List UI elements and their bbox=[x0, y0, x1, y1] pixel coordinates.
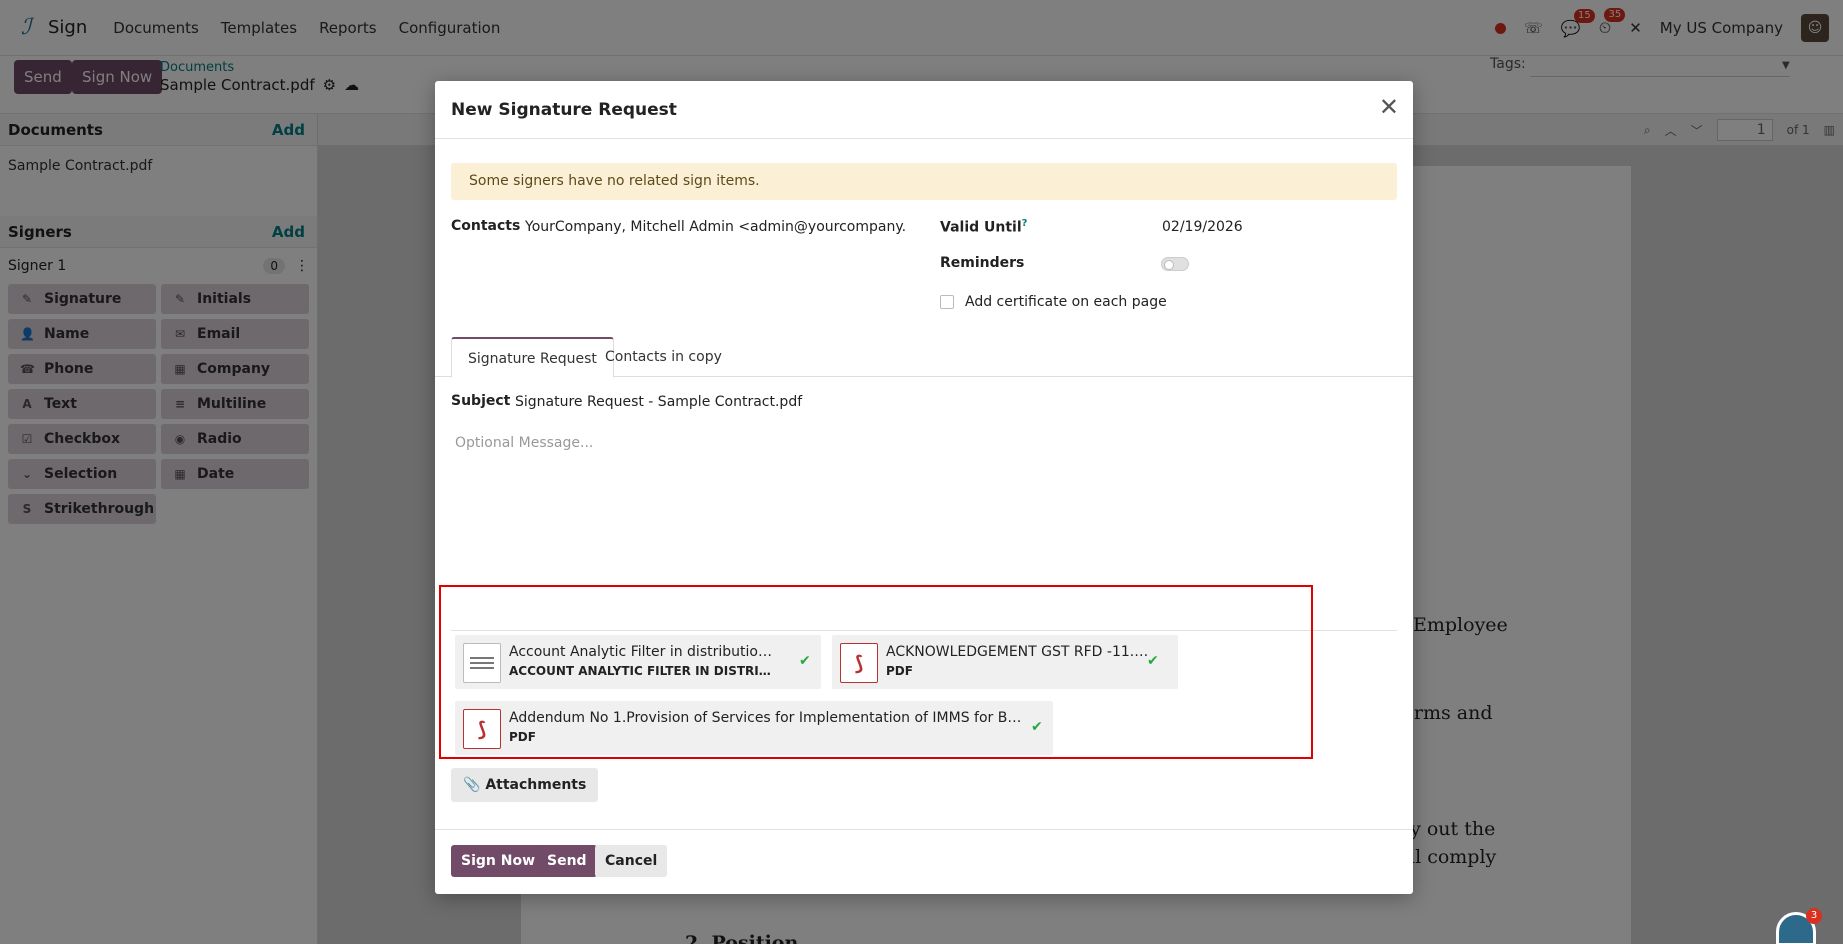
thumb-line bbox=[470, 657, 494, 659]
footer-cancel-button[interactable]: Cancel bbox=[595, 845, 668, 877]
tab-contacts-in-copy[interactable]: Contacts in copy bbox=[589, 337, 738, 377]
reminders-toggle[interactable] bbox=[1161, 257, 1189, 271]
check-icon: ✔ bbox=[1031, 719, 1043, 735]
thumb-line bbox=[470, 662, 494, 664]
attachment-type: PDF bbox=[509, 730, 536, 744]
certificate-checkbox[interactable] bbox=[940, 295, 954, 309]
pdf-icon: ⟆ bbox=[463, 709, 501, 749]
attachment-type: ACCOUNT ANALYTIC FILTER IN DISTRIBUTION … bbox=[509, 664, 779, 678]
contacts-label: Contacts bbox=[451, 218, 521, 234]
attachments-button[interactable]: 📎 Attachments bbox=[451, 768, 599, 802]
check-icon: ✔ bbox=[799, 653, 811, 669]
attachment-item[interactable]: Account Analytic Filter in distribution … bbox=[455, 635, 821, 689]
document-thumbnail-icon bbox=[463, 643, 501, 683]
contacts-field[interactable]: YourCompany, Mitchell Admin <admin@yourc… bbox=[525, 219, 906, 235]
attachment-item[interactable]: ⟆ ACKNOWLEDGEMENT GST RFD -11.pdf PDF ✔ bbox=[832, 635, 1178, 689]
new-signature-request-dialog: New Signature Request ✕ Some signers hav… bbox=[435, 81, 1413, 894]
modal-title: New Signature Request bbox=[451, 100, 677, 120]
valid-until-label-text: Valid Until bbox=[940, 219, 1022, 236]
message-textarea[interactable]: Optional Message... bbox=[455, 435, 593, 451]
pdf-icon: ⟆ bbox=[840, 643, 878, 683]
certificate-label: Add certificate on each page bbox=[965, 294, 1167, 310]
check-icon: ✔ bbox=[1147, 653, 1159, 669]
attachments-button-label: Attachments bbox=[485, 777, 587, 793]
modal-header: New Signature Request ✕ bbox=[435, 81, 1413, 139]
thumb-line bbox=[470, 667, 494, 669]
attachment-name: Addendum No 1.Provision of Services for … bbox=[509, 710, 1029, 726]
reminders-label: Reminders bbox=[940, 255, 1025, 271]
chat-badge: 3 bbox=[1806, 908, 1822, 924]
paperclip-icon: 📎 bbox=[463, 777, 481, 793]
request-tabs: Signature Request Contacts in copy bbox=[435, 337, 1413, 378]
attachment-type: PDF bbox=[886, 664, 913, 678]
warning-alert: Some signers have no related sign items. bbox=[451, 163, 1397, 200]
modal-footer: Sign Now Send Cancel bbox=[435, 829, 1413, 894]
subject-input[interactable]: Signature Request - Sample Contract.pdf bbox=[515, 394, 802, 410]
close-icon[interactable]: ✕ bbox=[1379, 95, 1399, 119]
valid-until-date-field[interactable]: 02/19/2026 bbox=[1162, 219, 1243, 235]
attachment-name: Account Analytic Filter in distribution … bbox=[509, 644, 779, 660]
footer-sign-now-button[interactable]: Sign Now bbox=[451, 845, 546, 877]
attachment-item[interactable]: ⟆ Addendum No 1.Provision of Services fo… bbox=[455, 701, 1053, 755]
valid-until-label: Valid Until? bbox=[940, 218, 1027, 236]
footer-send-button[interactable]: Send bbox=[537, 845, 597, 877]
help-tooltip-icon[interactable]: ? bbox=[1022, 218, 1028, 229]
attachment-name: ACKNOWLEDGEMENT GST RFD -11.pdf bbox=[886, 644, 1156, 660]
subject-label: Subject bbox=[451, 393, 511, 409]
